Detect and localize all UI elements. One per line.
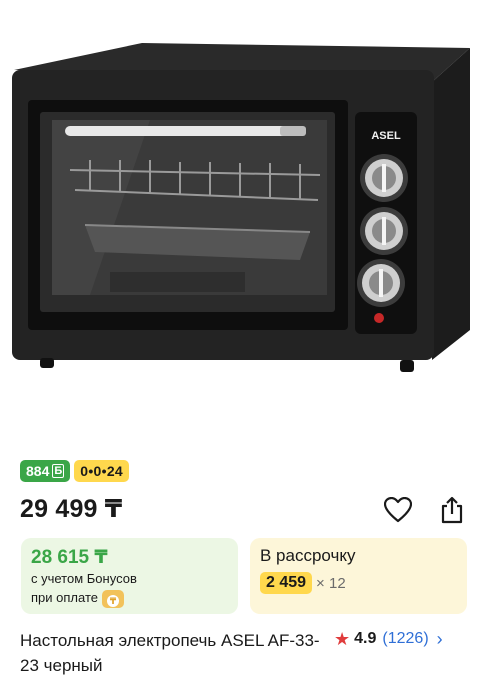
product-image[interactable]: ASEL [0,0,489,440]
bonus-price-card[interactable]: 28 615 ₸ с учетом Бонусов при оплате ₸ [21,538,238,614]
price-row: 29 499 ₸ [20,494,470,526]
product-title: Настольная электропечь ASEL AF-33-23 чер… [20,631,320,675]
bonus-price: 28 615 ₸ [31,547,108,568]
bonus-note-line1: с учетом Бонусов [31,571,137,586]
coin-icon: ₸ [101,589,124,608]
bonus-badge-value: 884 [26,463,50,479]
bonus-note-line2-wrap: при оплате ₸ [31,588,228,608]
share-button[interactable] [436,494,468,526]
power-indicator [374,313,384,323]
share-icon [441,496,463,524]
chevron-right-icon: › [436,628,443,649]
badges-row: 884 Б 0•0•24 [20,460,130,482]
installment-amount: 2 459 [260,572,313,594]
knob-bottom [357,259,405,307]
knob-top [360,154,408,202]
bonus-icon: Б [52,464,65,478]
star-icon: ★ [334,628,351,649]
installment-row: 2 459 × 12 [260,572,457,594]
installment-card[interactable]: В рассрочку 2 459 × 12 [250,538,467,614]
reviews-count[interactable]: (1226) [382,630,428,648]
knob-middle [360,207,408,255]
heart-icon [384,497,412,523]
rating-value: 4.9 [354,630,377,647]
bonus-badge: 884 Б [20,460,71,482]
favorite-button[interactable] [382,494,414,526]
brand-logo: ASEL [371,130,401,142]
bonus-note-line2: при оплате [31,590,98,605]
installment-multiplier: × 12 [316,574,346,592]
installment-title: В рассрочку [260,546,356,565]
rating-link[interactable]: ★ 4.9 (1226) › [334,628,443,650]
installment-badge: 0•0•24 [74,460,130,482]
oven-illustration: ASEL [12,43,470,372]
